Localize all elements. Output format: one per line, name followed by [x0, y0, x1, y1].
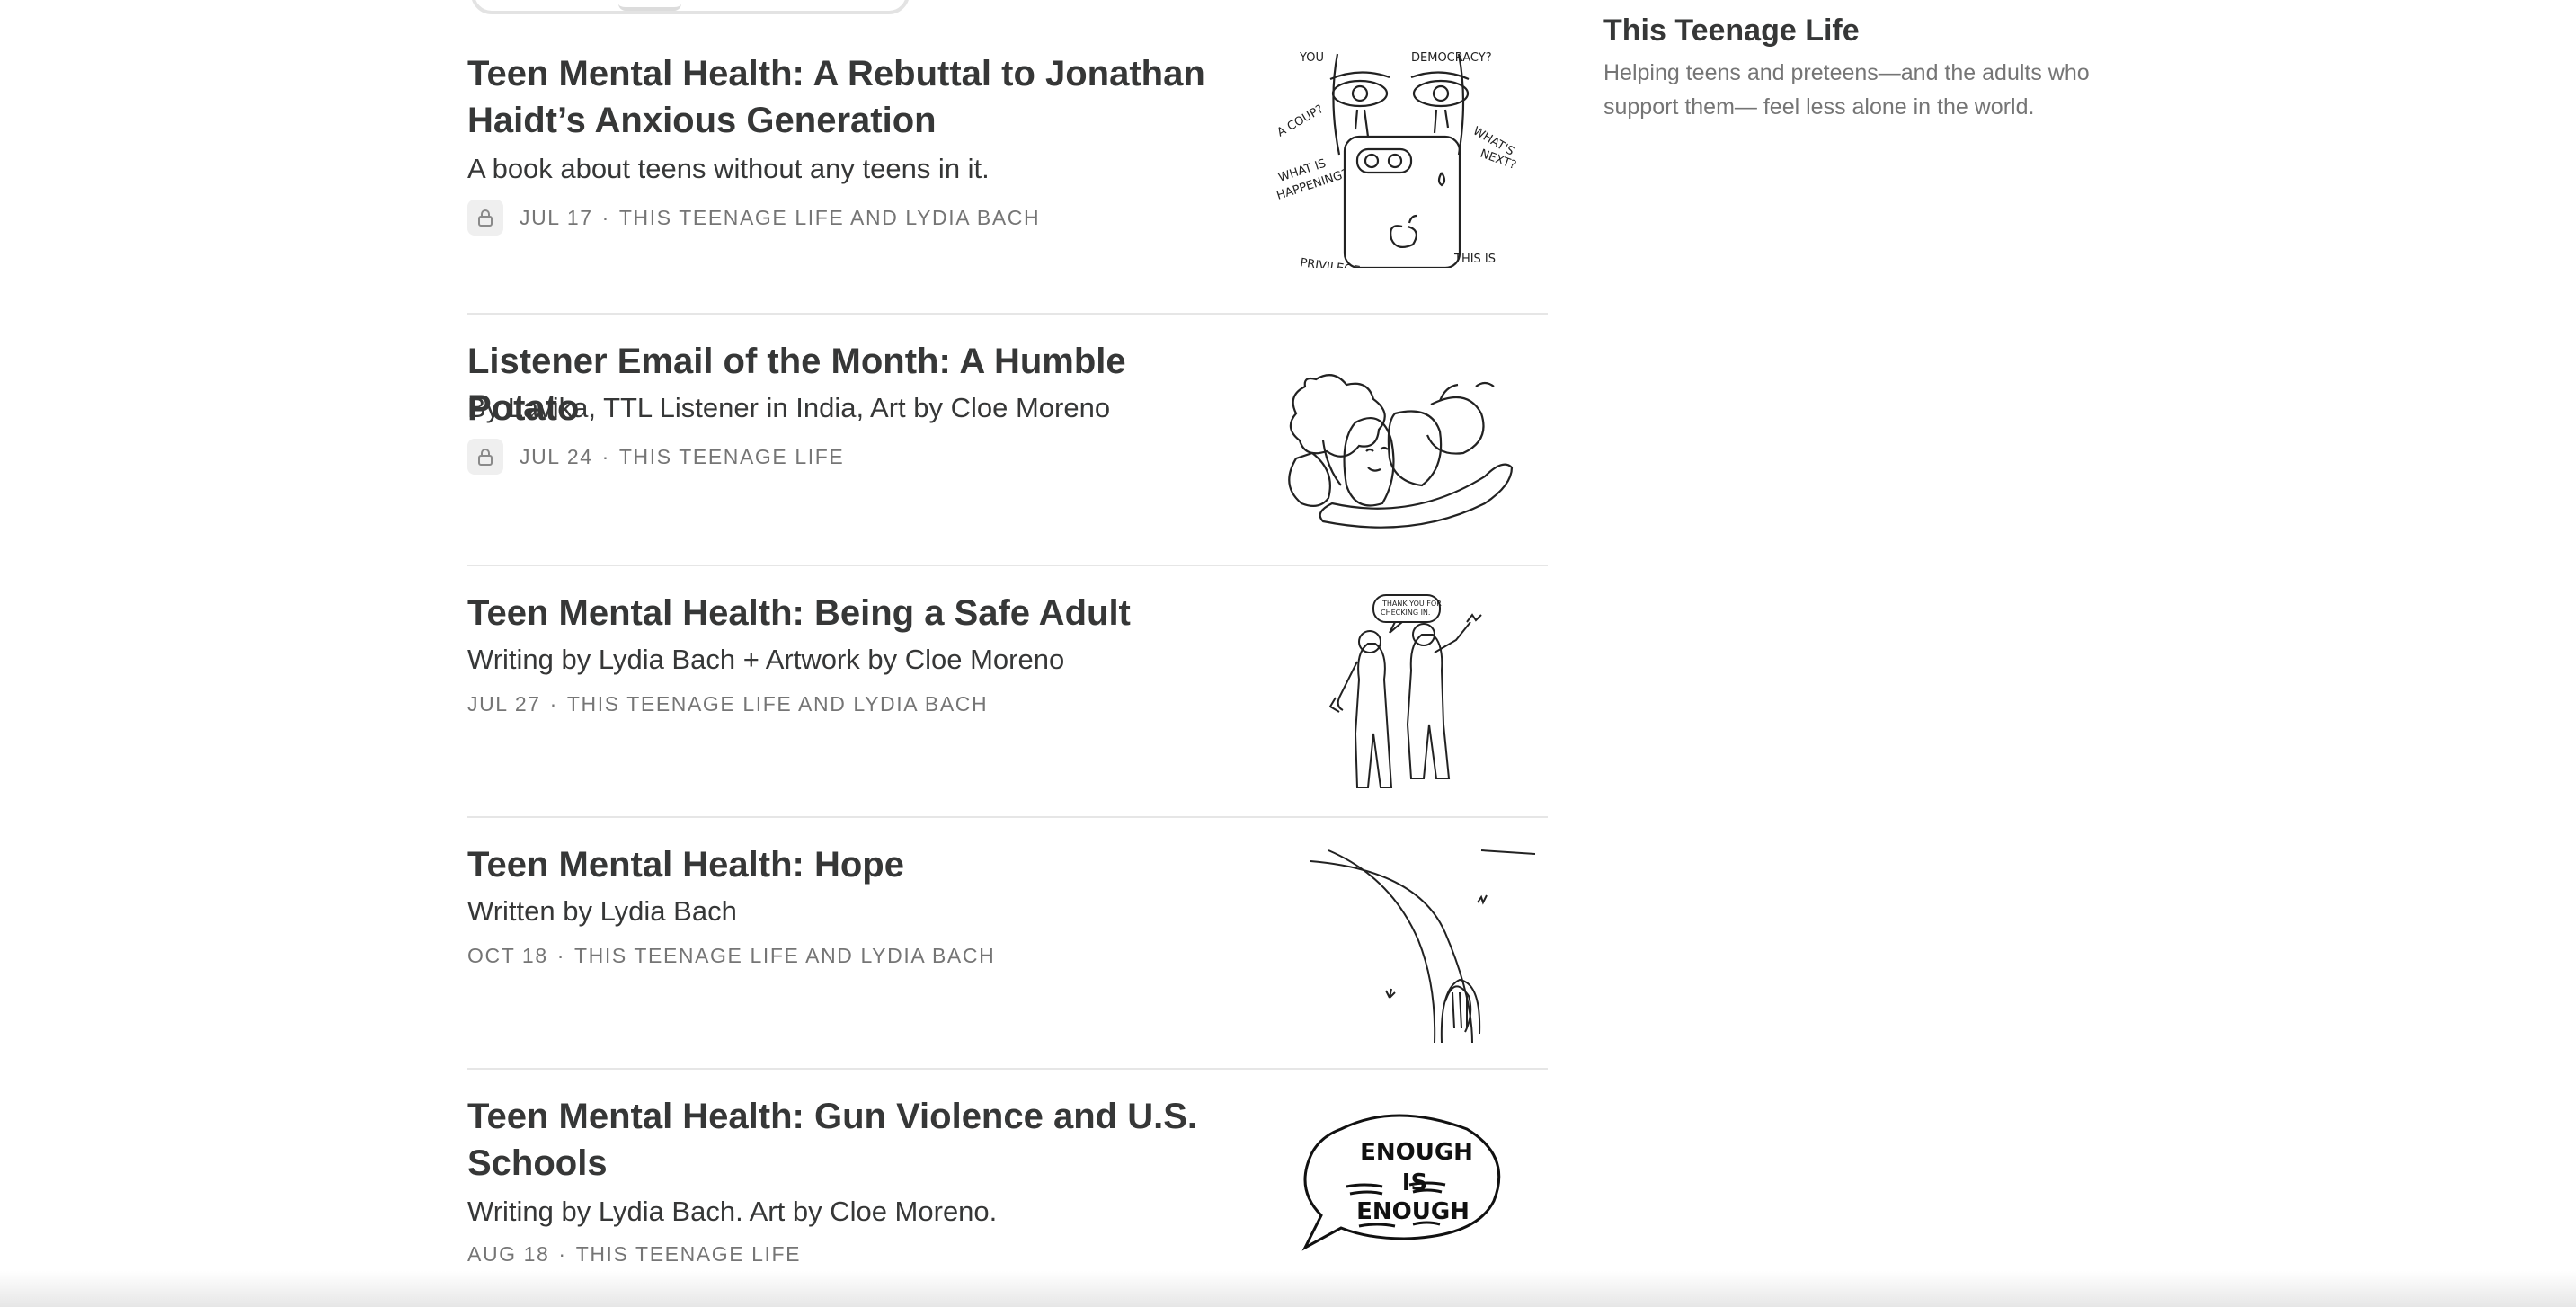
- search-bar-knob: [618, 0, 681, 11]
- publication-description: Helping teens and preteens—and the adult…: [1603, 60, 2090, 120]
- meta-separator: ·: [601, 205, 610, 229]
- post-title[interactable]: Teen Mental Health: Gun Violence and U.S…: [467, 1093, 1240, 1187]
- post-meta: OCT 18 · THIS TEENAGE LIFE AND LYDIA BAC…: [467, 944, 995, 968]
- post-thumbnail[interactable]: [1269, 351, 1530, 530]
- post-thumbnail[interactable]: [1301, 849, 1535, 1043]
- search-bar-edge[interactable]: [471, 0, 910, 14]
- svg-text:DEMOCRACY?: DEMOCRACY?: [1411, 51, 1492, 65]
- post-title[interactable]: Teen Mental Health: Being a Safe Adult: [467, 590, 1240, 636]
- post-date: JUL 27: [467, 692, 541, 716]
- post-subtitle: A book about teens without any teens in …: [467, 153, 990, 184]
- svg-text:THANK YOU FOR: THANK YOU FOR: [1381, 600, 1442, 608]
- post-authors[interactable]: THIS TEENAGE LIFE AND LYDIA BACH: [567, 692, 988, 716]
- bubble-word-1: ENOUGH: [1360, 1139, 1473, 1166]
- publication-name[interactable]: This Teenage Life: [1603, 9, 1860, 52]
- post-thumbnail[interactable]: YOU DEMOCRACY? A COUP? WHAT'S NEXT? WHAT…: [1275, 47, 1526, 268]
- post-date: OCT 18: [467, 944, 548, 967]
- person-on-path-drawing-icon: [1301, 849, 1535, 1043]
- post-date: JUL 17: [520, 205, 593, 229]
- post-subtitle: By Lavika, TTL Listener in India, Art by…: [467, 392, 1111, 423]
- post-authors[interactable]: THIS TEENAGE LIFE AND LYDIA BACH: [619, 206, 1040, 230]
- svg-text:YOU: YOU: [1299, 51, 1324, 65]
- svg-text:A COUP?: A COUP?: [1275, 102, 1327, 139]
- post-item[interactable]: Teen Mental Health: Being a Safe Adult W…: [467, 566, 1548, 818]
- bottom-scroll-shadow: [0, 1271, 2576, 1307]
- post-meta: JUL 27 · THIS TEENAGE LIFE AND LYDIA BAC…: [467, 692, 988, 716]
- post-meta: JUL 24 · THIS TEENAGE LIFE: [467, 439, 844, 475]
- post-item[interactable]: Listener Email of the Month: A Humble Po…: [467, 315, 1548, 566]
- post-item[interactable]: Teen Mental Health: Hope Written by Lydi…: [467, 818, 1548, 1070]
- post-authors[interactable]: THIS TEENAGE LIFE: [576, 1242, 801, 1267]
- vegetables-drawing-icon: [1288, 374, 1514, 529]
- post-date: AUG 18: [467, 1242, 550, 1266]
- bubble-word-3: ENOUGH: [1356, 1198, 1470, 1225]
- post-meta: AUG 18 · THIS TEENAGE LIFE: [467, 1242, 801, 1267]
- post-subtitle: Written by Lydia Bach: [467, 895, 737, 927]
- lock-icon[interactable]: [467, 439, 503, 475]
- face-with-phone-drawing-icon: YOU DEMOCRACY? A COUP? WHAT'S NEXT? WHAT…: [1275, 51, 1518, 268]
- post-thumbnail[interactable]: ENOUGH IS ENOUGH: [1278, 1111, 1521, 1255]
- post-subtitle: Writing by Lydia Bach + Artwork by Cloe …: [467, 644, 1065, 675]
- meta-separator: ·: [549, 692, 558, 716]
- speech-bubble-drawing-icon: ENOUGH IS ENOUGH: [1301, 1114, 1501, 1251]
- svg-text:CHECKING IN.: CHECKING IN.: [1381, 609, 1430, 617]
- post-title[interactable]: Teen Mental Health: Hope: [467, 841, 1240, 888]
- svg-text:THIS IS: THIS IS: [1453, 253, 1496, 266]
- post-item[interactable]: Teen Mental Health: A Rebuttal to Jonath…: [467, 27, 1548, 315]
- bubble-word-2: IS: [1402, 1169, 1427, 1196]
- post-authors[interactable]: THIS TEENAGE LIFE AND LYDIA BACH: [574, 944, 995, 968]
- post-meta: JUL 17 · THIS TEENAGE LIFE AND LYDIA BAC…: [467, 200, 1040, 236]
- meta-separator: ·: [558, 1242, 567, 1266]
- meta-separator: ·: [601, 444, 610, 468]
- post-subtitle: Writing by Lydia Bach. Art by Cloe Moren…: [467, 1196, 998, 1227]
- meta-separator: ·: [556, 944, 565, 967]
- post-authors[interactable]: THIS TEENAGE LIFE: [619, 445, 844, 469]
- post-thumbnail[interactable]: THANK YOU FOR CHECKING IN.: [1314, 590, 1494, 793]
- two-people-walking-drawing-icon: THANK YOU FOR CHECKING IN.: [1328, 594, 1482, 788]
- post-date: JUL 24: [520, 444, 593, 468]
- lock-icon[interactable]: [467, 200, 503, 236]
- post-title[interactable]: Teen Mental Health: A Rebuttal to Jonath…: [467, 50, 1240, 144]
- svg-text:PRIVILEGE: PRIVILEGE: [1299, 256, 1361, 268]
